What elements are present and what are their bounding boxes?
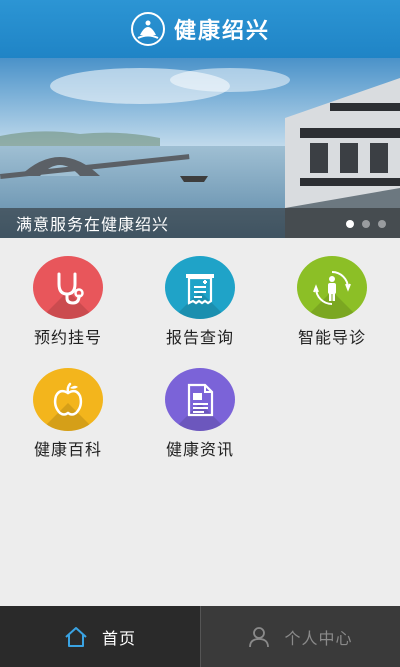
tile-label: 智能导诊 [297,328,366,347]
tile-appointment-circle [33,256,103,319]
report-document-icon [186,273,214,305]
carousel-dot[interactable] [378,220,386,228]
nav-home-label: 首页 [101,628,136,648]
banner-caption-bar: 满意服务在健康绍兴 [0,208,400,238]
apple-icon [53,382,83,416]
bottom-nav: 首页 个人中心 [0,606,400,667]
app-header: 健康绍兴 [0,0,400,58]
tile-report-query[interactable]: 报告查询 [140,238,260,348]
tile-report-circle [165,256,235,319]
user-icon [249,626,270,647]
nav-home[interactable]: 首页 [0,606,200,667]
tile-label: 健康百科 [33,440,102,459]
carousel-dot[interactable] [362,220,370,228]
tile-news-circle [165,368,235,431]
home-icon [65,626,87,647]
tile-smart-guide[interactable]: 智能导诊 [272,238,392,348]
stethoscope-icon [57,272,84,305]
banner-caption: 满意服务在健康绍兴 [16,215,170,234]
tile-health-news[interactable]: 健康资讯 [140,350,260,460]
tile-label: 报告查询 [165,328,234,347]
banner-carousel[interactable]: 满意服务在健康绍兴 [0,58,400,238]
news-document-icon [187,383,214,416]
person-guide-icon [313,270,351,305]
tile-label: 预约挂号 [33,328,102,347]
tile-guide-circle [297,256,367,319]
app-screen: 健康绍兴 满意服务在健康绍兴 预约挂号 报告查询 智能导诊 健康百科 健康资讯 … [0,0,400,667]
shaoxing-emblem-logo [130,12,165,46]
tile-wiki-circle [33,368,103,431]
tile-appointment[interactable]: 预约挂号 [8,238,128,348]
app-title: 健康绍兴 [173,19,270,44]
nav-profile-label: 个人中心 [284,628,353,648]
tile-health-wiki[interactable]: 健康百科 [8,350,128,460]
carousel-dot-active[interactable] [346,220,354,228]
carousel-indicators [346,220,386,228]
nav-profile[interactable]: 个人中心 [200,606,400,667]
tile-label: 健康资讯 [165,440,234,459]
